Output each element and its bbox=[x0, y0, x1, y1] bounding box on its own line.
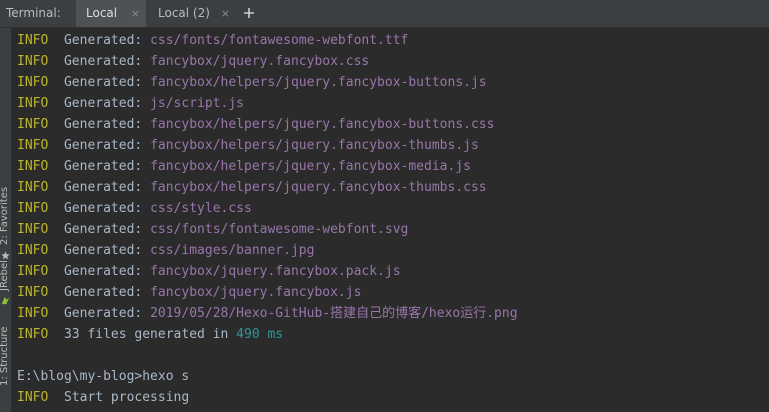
generated-file-path: js/script.js bbox=[150, 96, 244, 111]
generated-label: Generated: bbox=[63, 243, 143, 258]
log-line: INFO Generated: 2019/05/28/Hexo-GitHub-搭… bbox=[17, 303, 769, 324]
log-line: INFO Generated: fancybox/helpers/jquery.… bbox=[17, 156, 769, 177]
log-line: INFO Generated: fancybox/helpers/jquery.… bbox=[17, 135, 769, 156]
terminal-title: Terminal: bbox=[6, 6, 61, 20]
generated-file-path: fancybox/helpers/jquery.fancybox-buttons… bbox=[150, 117, 495, 132]
log-level: INFO bbox=[17, 306, 49, 321]
favorites-tool-label[interactable]: 2: Favorites bbox=[0, 187, 10, 245]
log-level: INFO bbox=[17, 264, 49, 279]
generated-label: Generated: bbox=[63, 222, 143, 237]
log-level: INFO bbox=[17, 390, 49, 405]
log-line: INFO Generated: fancybox/helpers/jquery.… bbox=[17, 177, 769, 198]
log-level: INFO bbox=[17, 243, 49, 258]
jrebel-tool-label[interactable]: JRebel bbox=[0, 260, 10, 291]
tab-local-2-close-icon[interactable]: × bbox=[221, 0, 230, 27]
summary-text: 33 files generated in bbox=[63, 327, 229, 342]
log-level: INFO bbox=[17, 201, 49, 216]
log-level: INFO bbox=[17, 327, 49, 342]
generated-file-path: css/fonts/fontawesome-webfont.ttf bbox=[150, 33, 409, 48]
generated-file-path: fancybox/helpers/jquery.fancybox-media.j… bbox=[150, 159, 471, 174]
tab-local-2[interactable]: Local (2) × bbox=[148, 0, 236, 27]
jrebel-icon[interactable] bbox=[1, 296, 10, 305]
log-level: INFO bbox=[17, 159, 49, 174]
generated-label: Generated: bbox=[63, 306, 143, 321]
generated-label: Generated: bbox=[63, 96, 143, 111]
generated-file-path: fancybox/helpers/jquery.fancybox-thumbs.… bbox=[150, 180, 487, 195]
generated-label: Generated: bbox=[63, 138, 143, 153]
generated-label: Generated: bbox=[63, 117, 143, 132]
generated-file-path: fancybox/helpers/jquery.fancybox-buttons… bbox=[150, 75, 487, 90]
log-line: INFO Generated: css/style.css bbox=[17, 198, 769, 219]
generated-file-path: fancybox/jquery.fancybox.css bbox=[150, 54, 370, 69]
log-line: INFO Generated: fancybox/jquery.fancybox… bbox=[17, 261, 769, 282]
generated-label: Generated: bbox=[63, 285, 143, 300]
log-level: INFO bbox=[17, 96, 49, 111]
log-line: INFO Generated: css/fonts/fontawesome-we… bbox=[17, 30, 769, 51]
generated-file-path: css/fonts/fontawesome-webfont.svg bbox=[150, 222, 409, 237]
star-icon[interactable] bbox=[1, 251, 10, 260]
log-line: INFO Start processing bbox=[17, 387, 769, 408]
generated-label: Generated: bbox=[63, 75, 143, 90]
plus-icon bbox=[244, 8, 254, 18]
structure-tool-label[interactable]: 1: Structure bbox=[0, 327, 10, 386]
log-level: INFO bbox=[17, 222, 49, 237]
terminal-tab-bar: Terminal: Local × Local (2) × bbox=[0, 0, 769, 28]
terminal-output[interactable]: INFO Generated: css/fonts/fontawesome-we… bbox=[12, 28, 769, 412]
generated-file-path: css/images/banner.jpg bbox=[150, 243, 315, 258]
command-prompt: E:\blog\my-blog>hexo s bbox=[17, 369, 190, 384]
log-line: INFO Generated: fancybox/helpers/jquery.… bbox=[17, 114, 769, 135]
generated-label: Generated: bbox=[63, 180, 143, 195]
log-line: INFO Generated: js/script.js bbox=[17, 93, 769, 114]
log-line: INFO Generated: fancybox/jquery.fancybox… bbox=[17, 282, 769, 303]
tab-local[interactable]: Local × bbox=[76, 0, 146, 27]
tab-local-label: Local bbox=[86, 6, 118, 20]
generated-file-path: fancybox/jquery.fancybox.js bbox=[150, 285, 362, 300]
command-prompt-line[interactable]: E:\blog\my-blog>hexo s bbox=[17, 366, 769, 387]
generated-file-path: fancybox/jquery.fancybox.pack.js bbox=[150, 264, 401, 279]
tab-local-2-label: Local (2) bbox=[158, 6, 210, 20]
log-level: INFO bbox=[17, 285, 49, 300]
generated-label: Generated: bbox=[63, 201, 143, 216]
log-level: INFO bbox=[17, 180, 49, 195]
log-line: INFO Generated: fancybox/helpers/jquery.… bbox=[17, 72, 769, 93]
generated-file-path: fancybox/helpers/jquery.fancybox-thumbs.… bbox=[150, 138, 479, 153]
log-line: INFO Generated: fancybox/jquery.fancybox… bbox=[17, 51, 769, 72]
tab-local-close-icon[interactable]: × bbox=[131, 0, 140, 27]
log-message: Start processing bbox=[63, 390, 190, 405]
summary-time: 490 ms bbox=[236, 327, 284, 342]
log-line: INFO Generated: css/fonts/fontawesome-we… bbox=[17, 219, 769, 240]
log-line: INFO Generated: css/images/banner.jpg bbox=[17, 240, 769, 261]
summary-line: INFO 33 files generated in 490 ms bbox=[17, 324, 769, 345]
left-tool-strip: 2: Favorites JRebel 1: Structure bbox=[0, 28, 12, 412]
generated-label: Generated: bbox=[63, 54, 143, 69]
generated-file-path: css/style.css bbox=[150, 201, 252, 216]
log-level: INFO bbox=[17, 75, 49, 90]
generated-label: Generated: bbox=[63, 33, 143, 48]
new-terminal-button[interactable] bbox=[241, 0, 257, 27]
generated-label: Generated: bbox=[63, 264, 143, 279]
generated-label: Generated: bbox=[63, 159, 143, 174]
log-level: INFO bbox=[17, 33, 49, 48]
log-level: INFO bbox=[17, 117, 49, 132]
log-level: INFO bbox=[17, 138, 49, 153]
generated-file-path: 2019/05/28/Hexo-GitHub-搭建自己的博客/hexo运行.pn… bbox=[150, 306, 518, 321]
log-level: INFO bbox=[17, 54, 49, 69]
